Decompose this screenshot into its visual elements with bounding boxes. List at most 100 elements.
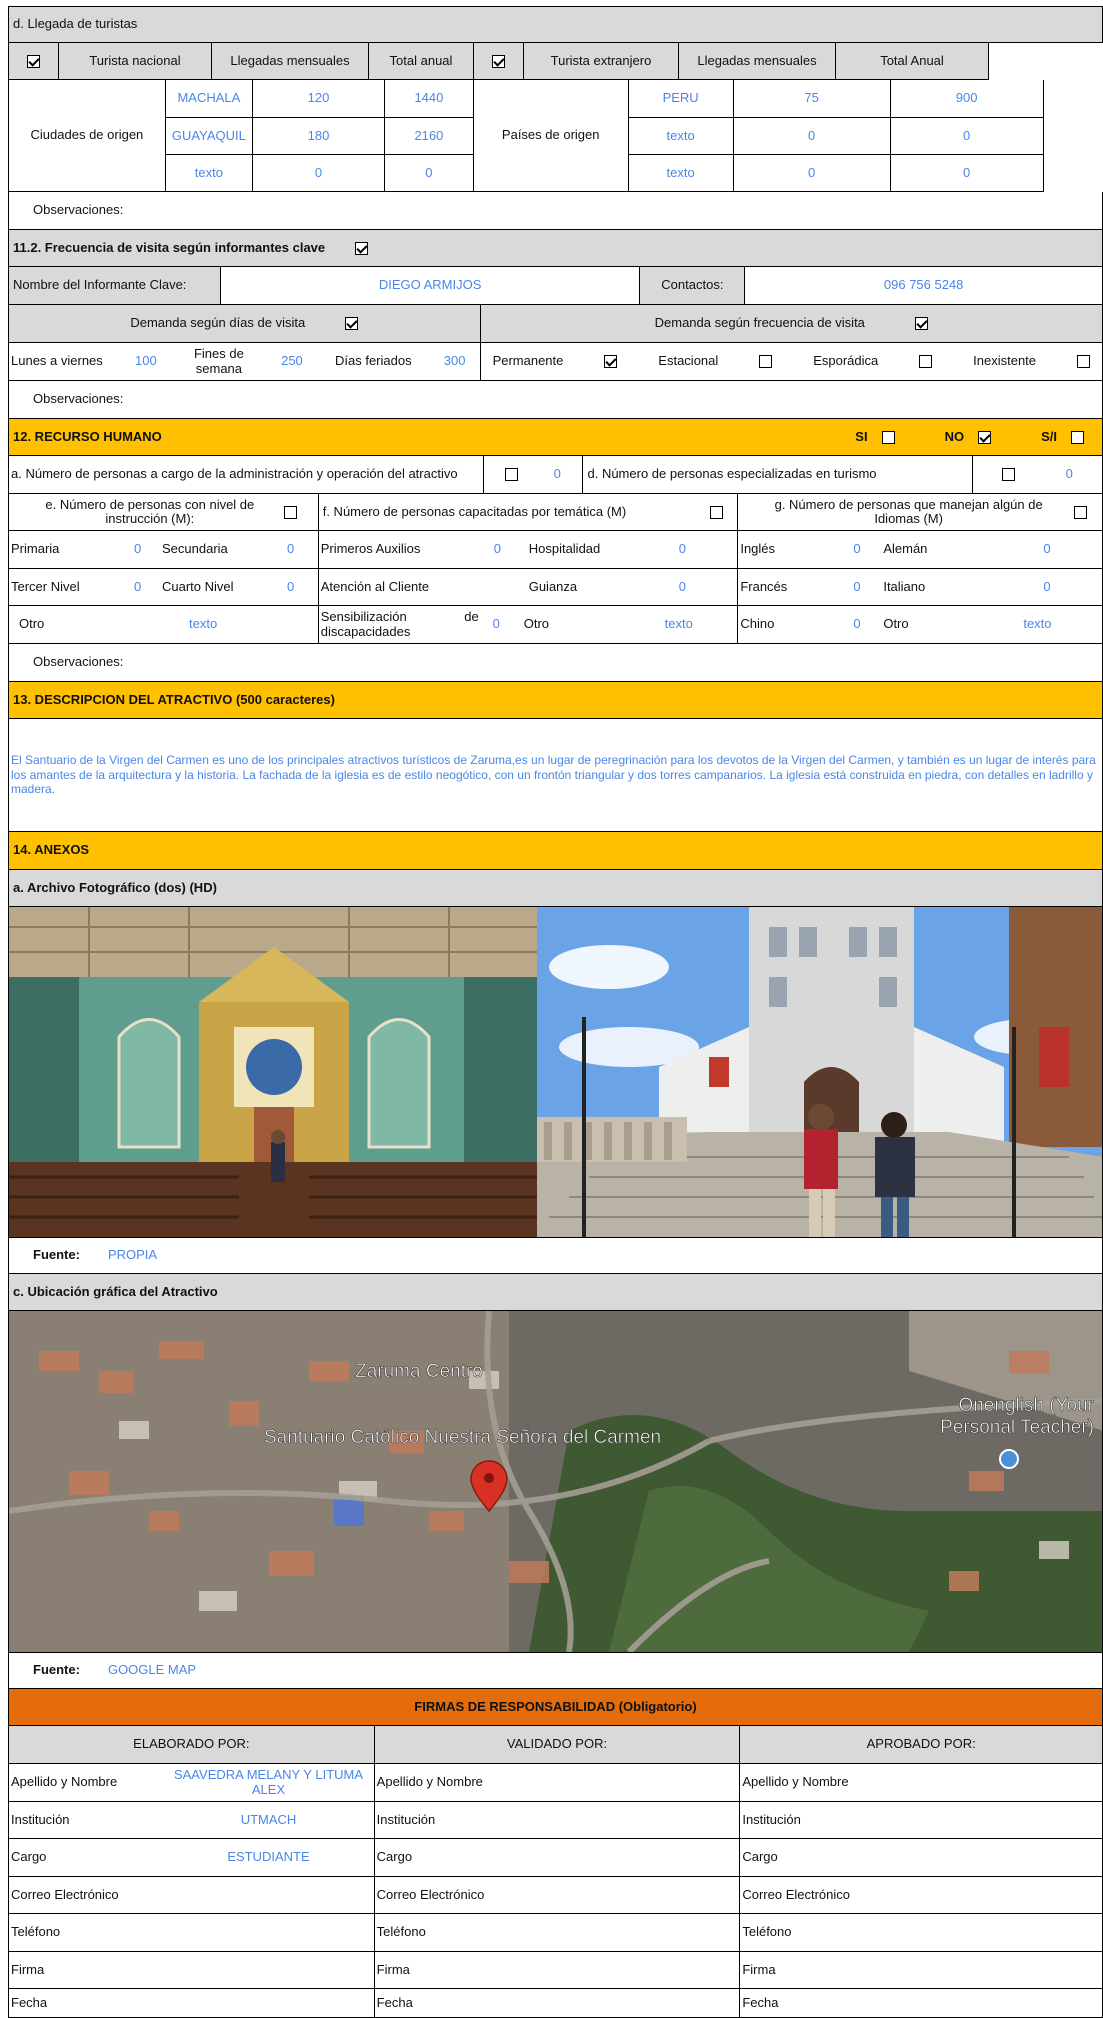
country-total[interactable]: 0 [890, 118, 1044, 155]
description-text[interactable]: El Santuario de la Virgen del Carmen es … [9, 719, 1103, 832]
hr-specialized-checkbox[interactable] [1002, 468, 1016, 481]
lang-otro-value[interactable]: texto [1023, 617, 1083, 632]
map-source-value[interactable]: GOOGLE MAP [108, 1663, 196, 1678]
trn-guianza-value[interactable]: 0 [679, 579, 714, 594]
lang-chino-value[interactable]: 0 [853, 617, 883, 632]
trn-hosp-value[interactable]: 0 [679, 542, 714, 557]
country-monthly[interactable]: 0 [733, 155, 891, 192]
trn-aux-value[interactable]: 0 [494, 542, 529, 557]
days-demand-checkbox[interactable] [345, 317, 359, 330]
edu-tercer-value[interactable]: 0 [134, 579, 162, 594]
sig-validado-signature[interactable]: Firma [374, 1952, 741, 1989]
hr-no-checkbox[interactable] [978, 430, 992, 444]
sig-elaborado-date[interactable]: Fecha [9, 1989, 375, 2018]
option-esporadica-checkbox[interactable] [919, 355, 933, 368]
sig-validado-name[interactable]: Apellido y Nombre [374, 1764, 741, 1802]
sig-aprobado-position[interactable]: Cargo [740, 1839, 1103, 1877]
country-total[interactable]: 0 [890, 155, 1044, 192]
days-demand-label: Demanda según días de visita [130, 315, 306, 331]
sig-validado-position[interactable]: Cargo [374, 1839, 741, 1877]
sig-validado-date[interactable]: Fecha [374, 1989, 741, 2018]
lang-ingles-value[interactable]: 0 [853, 542, 883, 557]
map-label-center: Zaruma Centro [355, 1361, 483, 1382]
satellite-map[interactable]: Zaruma Centro Santuario Católico Nuestra… [9, 1311, 1103, 1652]
hr-si-label: SI [855, 428, 868, 444]
frequency-checkbox[interactable] [355, 241, 369, 255]
country-name[interactable]: PERU [628, 80, 734, 118]
hr-education-checkbox[interactable] [283, 505, 297, 519]
trn-otro-value[interactable]: texto [644, 617, 714, 632]
country-name[interactable]: texto [628, 155, 734, 192]
sig-aprobado-date[interactable]: Fecha [740, 1989, 1103, 2018]
sig-aprobado-phone[interactable]: Teléfono [740, 1914, 1103, 1952]
edu-cuarto-value[interactable]: 0 [287, 579, 315, 594]
hr-observations-label[interactable]: Observaciones: [9, 644, 1103, 682]
frequency-options-cell: Permanente Estacional Esporádica Inexist… [480, 343, 1103, 381]
poi-marker-icon[interactable] [999, 1449, 1019, 1469]
country-monthly[interactable]: 0 [733, 118, 891, 155]
national-checkbox-cell[interactable] [9, 43, 59, 80]
map-title-row: c. Ubicación gráfica del Atractivo [8, 1274, 1103, 1311]
option-inexistente-checkbox[interactable] [1076, 355, 1090, 368]
trn-sens-value[interactable]: 0 [479, 617, 514, 632]
edu-secundaria-value[interactable]: 0 [287, 542, 315, 557]
sig-validado-institution[interactable]: Institución [374, 1802, 741, 1839]
holiday-value[interactable]: 300 [444, 354, 466, 369]
photo-source-value[interactable]: PROPIA [108, 1248, 157, 1263]
option-estacional-checkbox[interactable] [759, 355, 773, 368]
lang-frances-value[interactable]: 0 [853, 579, 883, 594]
sig-aprobado-signature[interactable]: Firma [740, 1952, 1103, 1989]
sig-name-value[interactable]: SAAVEDRA MELANY Y LITUMA ALEX [166, 1768, 371, 1797]
city-monthly[interactable]: 0 [252, 155, 385, 192]
lang-italiano-value[interactable]: 0 [1043, 579, 1073, 594]
sig-position-value[interactable]: ESTUDIANTE [166, 1850, 371, 1865]
foreign-checkbox[interactable] [492, 54, 505, 68]
map-block: Zaruma Centro Santuario Católico Nuestra… [8, 1311, 1103, 1652]
country-monthly[interactable]: 75 [733, 80, 891, 118]
city-total[interactable]: 0 [385, 155, 474, 192]
hr-trained-checkbox[interactable] [710, 505, 724, 519]
city-name[interactable]: texto [165, 155, 253, 192]
sig-elaborado-email[interactable]: Correo Electrónico [9, 1877, 375, 1914]
hr-sn-checkbox[interactable] [1071, 430, 1084, 444]
sig-aprobado-email[interactable]: Correo Electrónico [740, 1877, 1103, 1914]
city-monthly[interactable]: 120 [252, 80, 385, 118]
city-total[interactable]: 2160 [385, 118, 474, 155]
city-monthly[interactable]: 180 [252, 118, 385, 155]
frequency-observations-label[interactable]: Observaciones: [9, 381, 1103, 419]
foreign-checkbox-cell[interactable] [474, 43, 524, 80]
weekday-value[interactable]: 100 [135, 354, 157, 369]
city-name[interactable]: GUAYAQUIL [165, 118, 253, 155]
trn-row-2: Atención al Cliente Guianza 0 [318, 569, 739, 606]
hr-admin-checkbox[interactable] [505, 468, 519, 481]
arrivals-observations-label[interactable]: Observaciones: [9, 192, 1103, 230]
weekend-value[interactable]: 250 [281, 354, 303, 369]
sig-validado-email[interactable]: Correo Electrónico [374, 1877, 741, 1914]
hr-admin-value[interactable]: 0 [554, 467, 561, 482]
sig-institution-label: Institución [11, 1811, 70, 1827]
sig-aprobado-name[interactable]: Apellido y Nombre [740, 1764, 1103, 1802]
sig-validado-phone[interactable]: Teléfono [374, 1914, 741, 1952]
city-row: MACHALA 120 1440 [165, 80, 474, 118]
option-permanente-checkbox[interactable] [604, 355, 618, 368]
city-name[interactable]: MACHALA [165, 80, 253, 118]
contacts-value[interactable]: 096 756 5248 [745, 267, 1103, 305]
country-total[interactable]: 900 [890, 80, 1044, 118]
lang-aleman-value[interactable]: 0 [1043, 542, 1073, 557]
sig-institution-value[interactable]: UTMACH [166, 1812, 371, 1827]
country-name[interactable]: texto [628, 118, 734, 155]
informant-value[interactable]: DIEGO ARMIJOS [220, 267, 641, 305]
sig-elaborado-signature[interactable]: Firma [9, 1952, 375, 1989]
edu-primaria-value[interactable]: 0 [134, 542, 162, 557]
sig-elaborado-phone[interactable]: Teléfono [9, 1914, 375, 1952]
city-total[interactable]: 1440 [385, 80, 474, 118]
edu-otro-value[interactable]: texto [189, 617, 269, 632]
photo-source-row: Fuente: PROPIA [8, 1237, 1103, 1274]
sig-aprobado-institution[interactable]: Institución [740, 1802, 1103, 1839]
hr-specialized-value[interactable]: 0 [1066, 467, 1073, 482]
hr-languages-checkbox[interactable] [1073, 505, 1087, 519]
hr-si-checkbox[interactable] [881, 430, 895, 444]
national-checkbox[interactable] [27, 54, 40, 68]
edu-cuarto-label: Cuarto Nivel [162, 578, 234, 594]
freq-demand-checkbox[interactable] [914, 317, 928, 330]
